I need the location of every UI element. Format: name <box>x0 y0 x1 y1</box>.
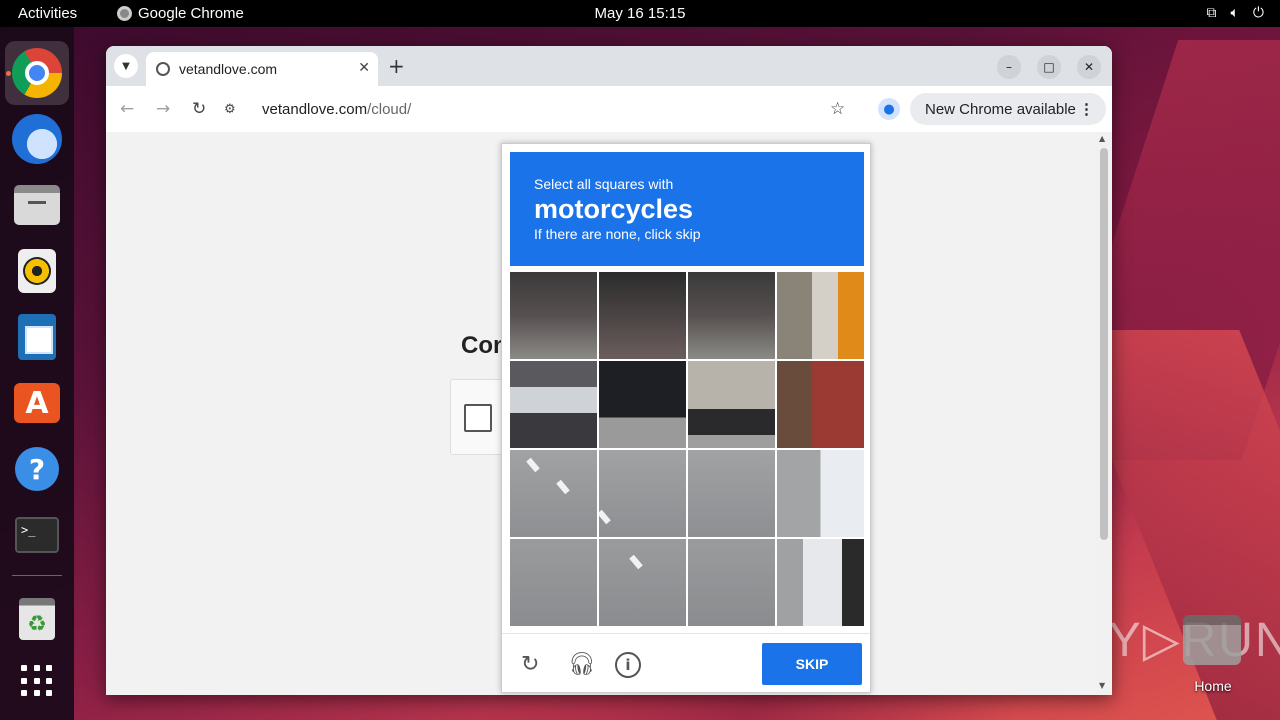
top-bar: Activities Google Chrome May 16 15:15 ⧉ … <box>0 0 1280 27</box>
app-menu-label: Google Chrome <box>138 5 244 22</box>
site-info-icon[interactable]: ⚙ <box>224 102 244 117</box>
terminal-icon: >_ <box>15 517 59 553</box>
captcha-tile[interactable] <box>510 450 597 537</box>
skip-button[interactable]: SKIP <box>762 643 862 685</box>
scroll-down-icon[interactable]: ▼ <box>1099 681 1105 690</box>
refresh-icon[interactable]: ↻ <box>521 652 539 677</box>
captcha-image-grid <box>510 272 864 626</box>
bookmark-star-icon[interactable]: ☆ <box>830 99 845 119</box>
dock-item-rhythmbox[interactable] <box>5 239 69 303</box>
captcha-tile[interactable] <box>777 272 864 359</box>
tab-strip: ▼ vetandlove.com ✕ + – □ ✕ <box>106 46 1112 86</box>
captcha-instruction: Select all squares with <box>534 176 674 192</box>
app-grid-icon <box>21 665 53 697</box>
system-status-area[interactable]: ⧉ 🔈︎ ⏻ <box>1207 5 1264 21</box>
captcha-footer: ↻ 🎧︎ i SKIP <box>502 633 870 693</box>
captcha-tile[interactable] <box>599 539 686 626</box>
dock-item-chrome[interactable] <box>5 41 69 105</box>
captcha-tile[interactable] <box>688 272 775 359</box>
chrome-icon <box>12 48 62 98</box>
captcha-tile[interactable] <box>599 450 686 537</box>
captcha-tile[interactable] <box>599 361 686 448</box>
dock-separator <box>12 575 62 576</box>
captcha-tile[interactable] <box>510 361 597 448</box>
home-folder-icon[interactable] <box>1183 615 1241 665</box>
close-tab-icon[interactable]: ✕ <box>358 60 370 76</box>
captcha-tile[interactable] <box>510 272 597 359</box>
captcha-tile[interactable] <box>688 361 775 448</box>
maximize-button[interactable]: □ <box>1037 55 1061 79</box>
rhythmbox-icon <box>18 249 56 293</box>
dock-item-software[interactable]: A <box>5 371 69 435</box>
writer-icon <box>18 314 56 360</box>
scroll-up-icon[interactable]: ▲ <box>1099 134 1105 143</box>
minimize-button[interactable]: – <box>997 55 1021 79</box>
captcha-tile[interactable] <box>599 272 686 359</box>
address-bar[interactable]: ⚙ vetandlove.com/cloud/ <box>224 93 858 125</box>
dock-item-files[interactable] <box>5 173 69 237</box>
dock-item-terminal[interactable]: >_ <box>5 503 69 567</box>
network-icon: ⧉ <box>1206 5 1217 21</box>
reload-button[interactable]: ↻ <box>192 99 206 119</box>
activities-button[interactable]: Activities <box>18 5 77 22</box>
tab-title: vetandlove.com <box>179 61 278 77</box>
dock-item-writer[interactable] <box>5 305 69 369</box>
dock-item-show-apps[interactable] <box>5 649 69 713</box>
scrollbar-thumb[interactable] <box>1100 148 1108 540</box>
captcha-hint: If there are none, click skip <box>534 226 701 242</box>
software-store-icon: A <box>14 383 60 423</box>
browser-toolbar: ← → ↻ ⚙ vetandlove.com/cloud/ ☆ ● New Ch… <box>106 86 1112 132</box>
url-path: /cloud/ <box>367 100 412 118</box>
captcha-challenge: Select all squares with motorcycles If t… <box>501 143 871 693</box>
captcha-checkbox[interactable] <box>464 404 492 432</box>
captcha-tile[interactable] <box>777 450 864 537</box>
app-menu[interactable]: Google Chrome <box>117 5 244 22</box>
chrome-update-button[interactable]: New Chrome available ⋮ <box>910 93 1106 125</box>
dock-item-trash[interactable]: ♻ <box>5 587 69 651</box>
captcha-tile[interactable] <box>688 450 775 537</box>
audio-challenge-icon[interactable]: 🎧︎ <box>568 652 596 677</box>
thunderbird-icon <box>12 114 62 164</box>
files-icon <box>14 185 60 225</box>
forward-button[interactable]: → <box>156 99 170 119</box>
captcha-tile[interactable] <box>510 539 597 626</box>
update-label: New Chrome available <box>925 100 1076 118</box>
close-window-button[interactable]: ✕ <box>1077 55 1101 79</box>
new-tab-button[interactable]: + <box>388 54 405 78</box>
tab-active[interactable]: vetandlove.com ✕ <box>146 52 378 86</box>
globe-icon <box>156 62 170 76</box>
chevron-down-icon: ▼ <box>122 60 130 72</box>
back-button[interactable]: ← <box>120 99 134 119</box>
page-scrollbar[interactable]: ▲ ▼ <box>1096 132 1112 695</box>
info-icon[interactable]: i <box>615 652 641 678</box>
captcha-tile[interactable] <box>688 539 775 626</box>
captcha-tile[interactable] <box>777 361 864 448</box>
home-folder-label: Home <box>1194 678 1232 694</box>
dock-item-help[interactable]: ? <box>5 437 69 501</box>
dock-item-thunderbird[interactable] <box>5 107 69 171</box>
chrome-small-icon <box>117 6 132 21</box>
url-host: vetandlove.com <box>262 100 368 118</box>
captcha-target: motorcycles <box>534 194 694 224</box>
help-icon: ? <box>15 447 59 491</box>
more-menu-icon: ⋮ <box>1079 101 1094 118</box>
captcha-tile[interactable] <box>777 539 864 626</box>
volume-icon: 🔈︎ <box>1230 5 1239 21</box>
tab-search-button[interactable]: ▼ <box>114 54 138 78</box>
captcha-header: Select all squares with motorcycles If t… <box>510 152 864 266</box>
dock: A ? >_ ♻ <box>0 27 74 720</box>
power-icon: ⏻ <box>1252 5 1264 21</box>
profile-avatar-icon[interactable]: ● <box>878 98 900 120</box>
trash-icon: ♻ <box>19 598 55 640</box>
